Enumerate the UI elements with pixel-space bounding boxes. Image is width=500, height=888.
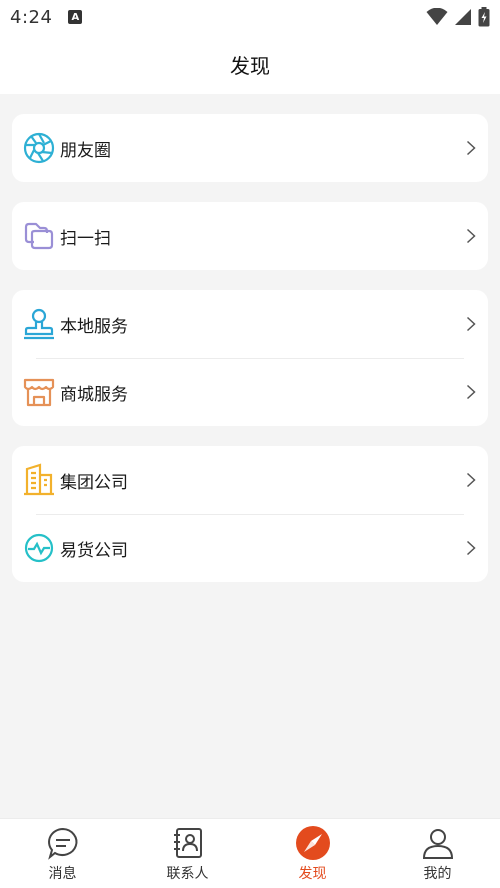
section-scan: 扫一扫 — [12, 202, 488, 270]
pulse-icon — [22, 531, 56, 565]
compass-icon — [295, 825, 331, 861]
stamp-icon — [22, 307, 56, 341]
tab-label: 我的 — [423, 865, 452, 882]
list-item-label: 商城服务 — [60, 384, 128, 405]
page-title: 发现 — [230, 53, 270, 78]
list-item-label: 朋友圈 — [60, 140, 111, 161]
person-icon — [420, 825, 456, 861]
section-moments: 朋友圈 — [12, 114, 488, 182]
list-item-barter-company[interactable]: 易货公司 — [12, 514, 488, 582]
tab-discover[interactable]: 发现 — [250, 819, 375, 888]
chevron-right-icon — [464, 383, 478, 401]
tab-contacts[interactable]: 联系人 — [125, 819, 250, 888]
list-item-group-company[interactable]: 集团公司 — [12, 446, 488, 514]
list-item-label: 易货公司 — [60, 540, 128, 561]
camera-aperture-icon — [22, 131, 56, 165]
android-a-icon: A — [68, 10, 83, 24]
scan-icon — [22, 219, 56, 253]
section-services: 本地服务 商城服务 — [12, 290, 488, 426]
list-item-label: 扫一扫 — [60, 228, 111, 249]
list-item-moments[interactable]: 朋友圈 — [12, 114, 488, 182]
tab-label: 联系人 — [166, 865, 209, 882]
signal-icon — [455, 9, 471, 25]
discover-list: 朋友圈 扫一扫 本地服务 商城服务 集团公司 易货公司 — [12, 114, 488, 602]
list-item-label: 本地服务 — [60, 316, 128, 337]
section-companies: 集团公司 易货公司 — [12, 446, 488, 582]
chevron-right-icon — [464, 315, 478, 333]
chevron-right-icon — [464, 139, 478, 157]
tab-label: 发现 — [298, 865, 327, 882]
chevron-right-icon — [464, 227, 478, 245]
status-time: 4:24 — [10, 6, 53, 28]
status-icons — [426, 7, 490, 27]
list-item-mall-service[interactable]: 商城服务 — [12, 358, 488, 426]
chevron-right-icon — [464, 471, 478, 489]
tab-label: 消息 — [48, 865, 77, 882]
building-icon — [22, 463, 56, 497]
tab-me[interactable]: 我的 — [375, 819, 500, 888]
battery-icon — [478, 7, 490, 27]
chevron-right-icon — [464, 539, 478, 557]
bottom-tab-bar: 消息 联系人 发现 我的 — [0, 818, 500, 888]
chat-bubble-icon — [45, 825, 81, 861]
list-item-label: 集团公司 — [60, 472, 128, 493]
store-icon — [22, 375, 56, 409]
contacts-book-icon — [170, 825, 206, 861]
wifi-icon — [426, 8, 448, 25]
status-bar: 4:24 A — [0, 0, 500, 34]
page-header: 发现 — [0, 34, 500, 94]
list-item-local-service[interactable]: 本地服务 — [12, 290, 488, 358]
list-item-scan[interactable]: 扫一扫 — [12, 202, 488, 270]
tab-messages[interactable]: 消息 — [0, 819, 125, 888]
